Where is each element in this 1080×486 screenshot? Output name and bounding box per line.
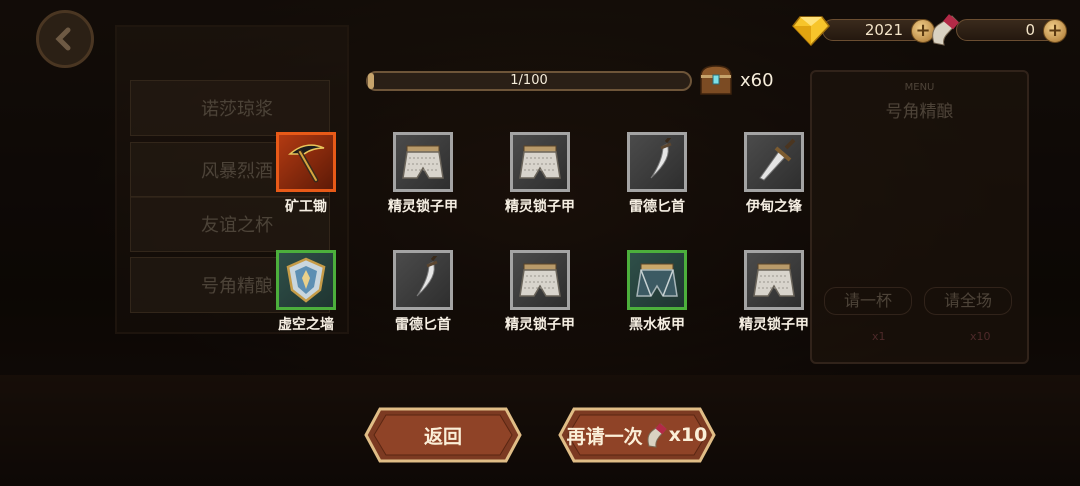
item-name: 精灵锁子甲	[505, 317, 575, 333]
draw-again-button[interactable]: 再请一次 x10	[558, 407, 716, 463]
diamond-icon	[792, 16, 830, 46]
reward-item[interactable]: 虚空之墙	[263, 250, 349, 334]
draw-again-label: 再请一次	[566, 425, 643, 448]
horn-counter: 0 +	[928, 14, 1067, 46]
curved-dagger-icon	[633, 138, 681, 186]
item-name: 雷德匕首	[629, 199, 685, 215]
pickaxe-icon	[282, 138, 330, 186]
reward-item[interactable]: 精灵锁子甲	[497, 250, 583, 334]
gem-count: 2021	[864, 21, 903, 39]
item-name: 雷德匕首	[395, 317, 451, 333]
horn-icon	[932, 14, 959, 46]
curved-dagger-icon	[399, 256, 447, 304]
chainmail-skirt-icon	[516, 138, 564, 186]
reward-item[interactable]: 伊甸之锋	[731, 132, 817, 216]
draw-again-cost: x10	[668, 424, 708, 446]
item-frame	[627, 132, 687, 192]
return-button[interactable]: 返回	[364, 407, 522, 463]
blade-icon	[750, 138, 798, 186]
reward-item[interactable]: 精灵锁子甲	[731, 250, 817, 334]
gem-counter: 2021 +	[792, 16, 935, 46]
item-frame	[393, 132, 453, 192]
item-frame	[627, 250, 687, 310]
back-arrow-button[interactable]	[36, 10, 94, 68]
item-frame	[510, 250, 570, 310]
item-frame	[510, 132, 570, 192]
chainmail-skirt-icon	[399, 138, 447, 186]
horn-count: 0	[1025, 21, 1035, 39]
item-frame	[744, 250, 804, 310]
chevron-left-icon	[55, 27, 71, 51]
item-name: 矿工锄	[285, 199, 327, 215]
chainmail-skirt-icon	[516, 256, 564, 304]
item-frame	[276, 132, 336, 192]
treasure-chest-icon[interactable]	[698, 63, 734, 97]
add-horns-button[interactable]: +	[1043, 19, 1067, 43]
chest-count: x60	[740, 70, 774, 91]
item-name: 精灵锁子甲	[505, 199, 575, 215]
reward-item[interactable]: 矿工锄	[263, 132, 349, 216]
item-name: 虚空之墙	[278, 317, 334, 333]
shield-icon	[282, 256, 330, 304]
item-frame	[744, 132, 804, 192]
item-name: 精灵锁子甲	[388, 199, 458, 215]
item-frame	[276, 250, 336, 310]
horn-icon	[647, 423, 667, 448]
chainmail-skirt-icon	[750, 256, 798, 304]
reward-item[interactable]: 雷德匕首	[614, 132, 700, 216]
reward-item[interactable]: 精灵锁子甲	[380, 132, 466, 216]
item-frame	[393, 250, 453, 310]
progress-text: 1/100	[510, 73, 548, 88]
item-name: 伊甸之锋	[746, 199, 802, 215]
draw-progress-bar: 1/100	[366, 71, 692, 91]
item-name: 精灵锁子甲	[739, 317, 809, 333]
reward-item[interactable]: 雷德匕首	[380, 250, 466, 334]
item-name: 黑水板甲	[629, 317, 685, 333]
reward-item[interactable]: 精灵锁子甲	[497, 132, 583, 216]
plate-skirt-icon	[633, 256, 681, 304]
return-button-label: 返回	[423, 425, 462, 448]
reward-item[interactable]: 黑水板甲	[614, 250, 700, 334]
